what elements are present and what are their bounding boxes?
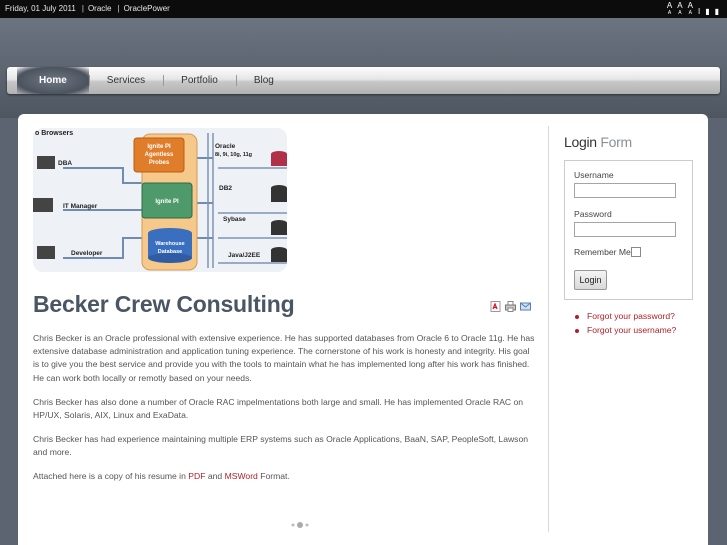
erp-paragraph: Chris Becker has had experience maintain… [33,434,529,458]
browsers-label: o Browsers [35,130,73,137]
login-button[interactable]: Login [574,270,607,290]
email-icon[interactable] [520,299,531,311]
probe-label-3: Probes [149,160,170,166]
oracle-versions-label: 8i, 9i, 10g, 11g [215,152,252,158]
login-title-light: Form [596,134,632,150]
rac-paragraph: Chris Becker has also done a number of O… [33,397,524,421]
login-form: Username Password Remember Me Login [564,160,693,300]
top-link-oracle[interactable]: Oracle [88,4,112,13]
current-date: Friday, 01 July 2011 [5,4,76,13]
font-reset-icon[interactable]: AA [677,2,682,17]
java-label: Java/J2EE [228,252,261,259]
resume-text: Format. [257,471,290,481]
sybase-label: Sybase [223,216,246,223]
top-links: Friday, 01 July 2011 | Oracle | OraclePower [5,4,174,13]
layout-medium-icon[interactable]: ▮ [705,8,709,16]
nav-home[interactable]: Home [17,67,89,94]
password-label: Password [574,209,612,219]
remember-me-label: Remember Me [574,247,631,257]
section-divider [208,522,398,528]
nav-blog[interactable]: Blog [235,67,292,94]
forgot-username-link[interactable]: Forgot your username? [574,324,676,338]
print-icon[interactable] [505,299,516,312]
warehouse-label-2: Database [158,249,182,255]
username-label: Username [574,170,614,180]
warehouse-label-1: Warehouse [155,241,184,247]
nav-portfolio[interactable]: Portfolio [163,67,236,94]
pdf-icon[interactable] [490,299,501,312]
page-title: Becker Crew Consulting [33,291,295,317]
separator: | [117,4,120,13]
login-help-links: Forgot your password? Forgot your userna… [574,310,676,337]
developer-label: Developer [71,250,103,257]
nav-services[interactable]: Services [88,67,163,94]
oracle-label: Oracle [215,143,236,150]
resume-pdf-link[interactable]: PDF [188,471,205,481]
login-title-strong: Login [564,134,597,150]
main-content: Ignite PI Agentless Probes Ignite PI War… [33,128,535,528]
resume-paragraph: Attached here is a copy of his resume in… [33,470,535,483]
text-tools: AA AA AA I ▮ ▮ [667,2,719,17]
font-decrease-icon[interactable]: AA [688,2,693,17]
top-link-oraclepower[interactable]: OraclePower [124,4,170,13]
probe-label-1: Ignite PI [147,144,171,150]
main-nav: Home Services Portfolio Blog [7,67,720,94]
resume-text: and [205,471,225,481]
password-field[interactable] [574,222,676,237]
separator: | [81,4,84,13]
probe-label-2: Agentless [145,152,174,158]
remember-me-checkbox[interactable] [631,247,641,257]
it-manager-label: IT Manager [63,203,98,210]
resume-msword-link[interactable]: MSWord [225,471,258,481]
architecture-banner: Ignite PI Agentless Probes Ignite PI War… [33,128,287,272]
db2-label: DB2 [219,185,232,192]
resume-text: Attached here is a copy of his resume in [33,471,189,481]
forgot-password-link[interactable]: Forgot your password? [574,310,676,324]
login-title: Login Form [564,134,632,150]
dba-label: DBA [58,160,72,167]
top-bar: Friday, 01 July 2011 | Oracle | OraclePower … [0,0,727,18]
layout-narrow-icon[interactable]: I [698,8,700,16]
username-field[interactable] [574,183,676,198]
font-increase-icon[interactable]: AA [667,2,672,17]
article-tools [490,299,531,312]
content-card: Ignite PI Agentless Probes Ignite PI War… [18,114,708,545]
ignite-label: Ignite PI [155,199,179,205]
intro-paragraph: Chris Becker is an Oracle professional w… [33,333,535,383]
layout-wide-icon[interactable]: ▮ [715,8,719,16]
sidebar-divider [548,126,549,532]
